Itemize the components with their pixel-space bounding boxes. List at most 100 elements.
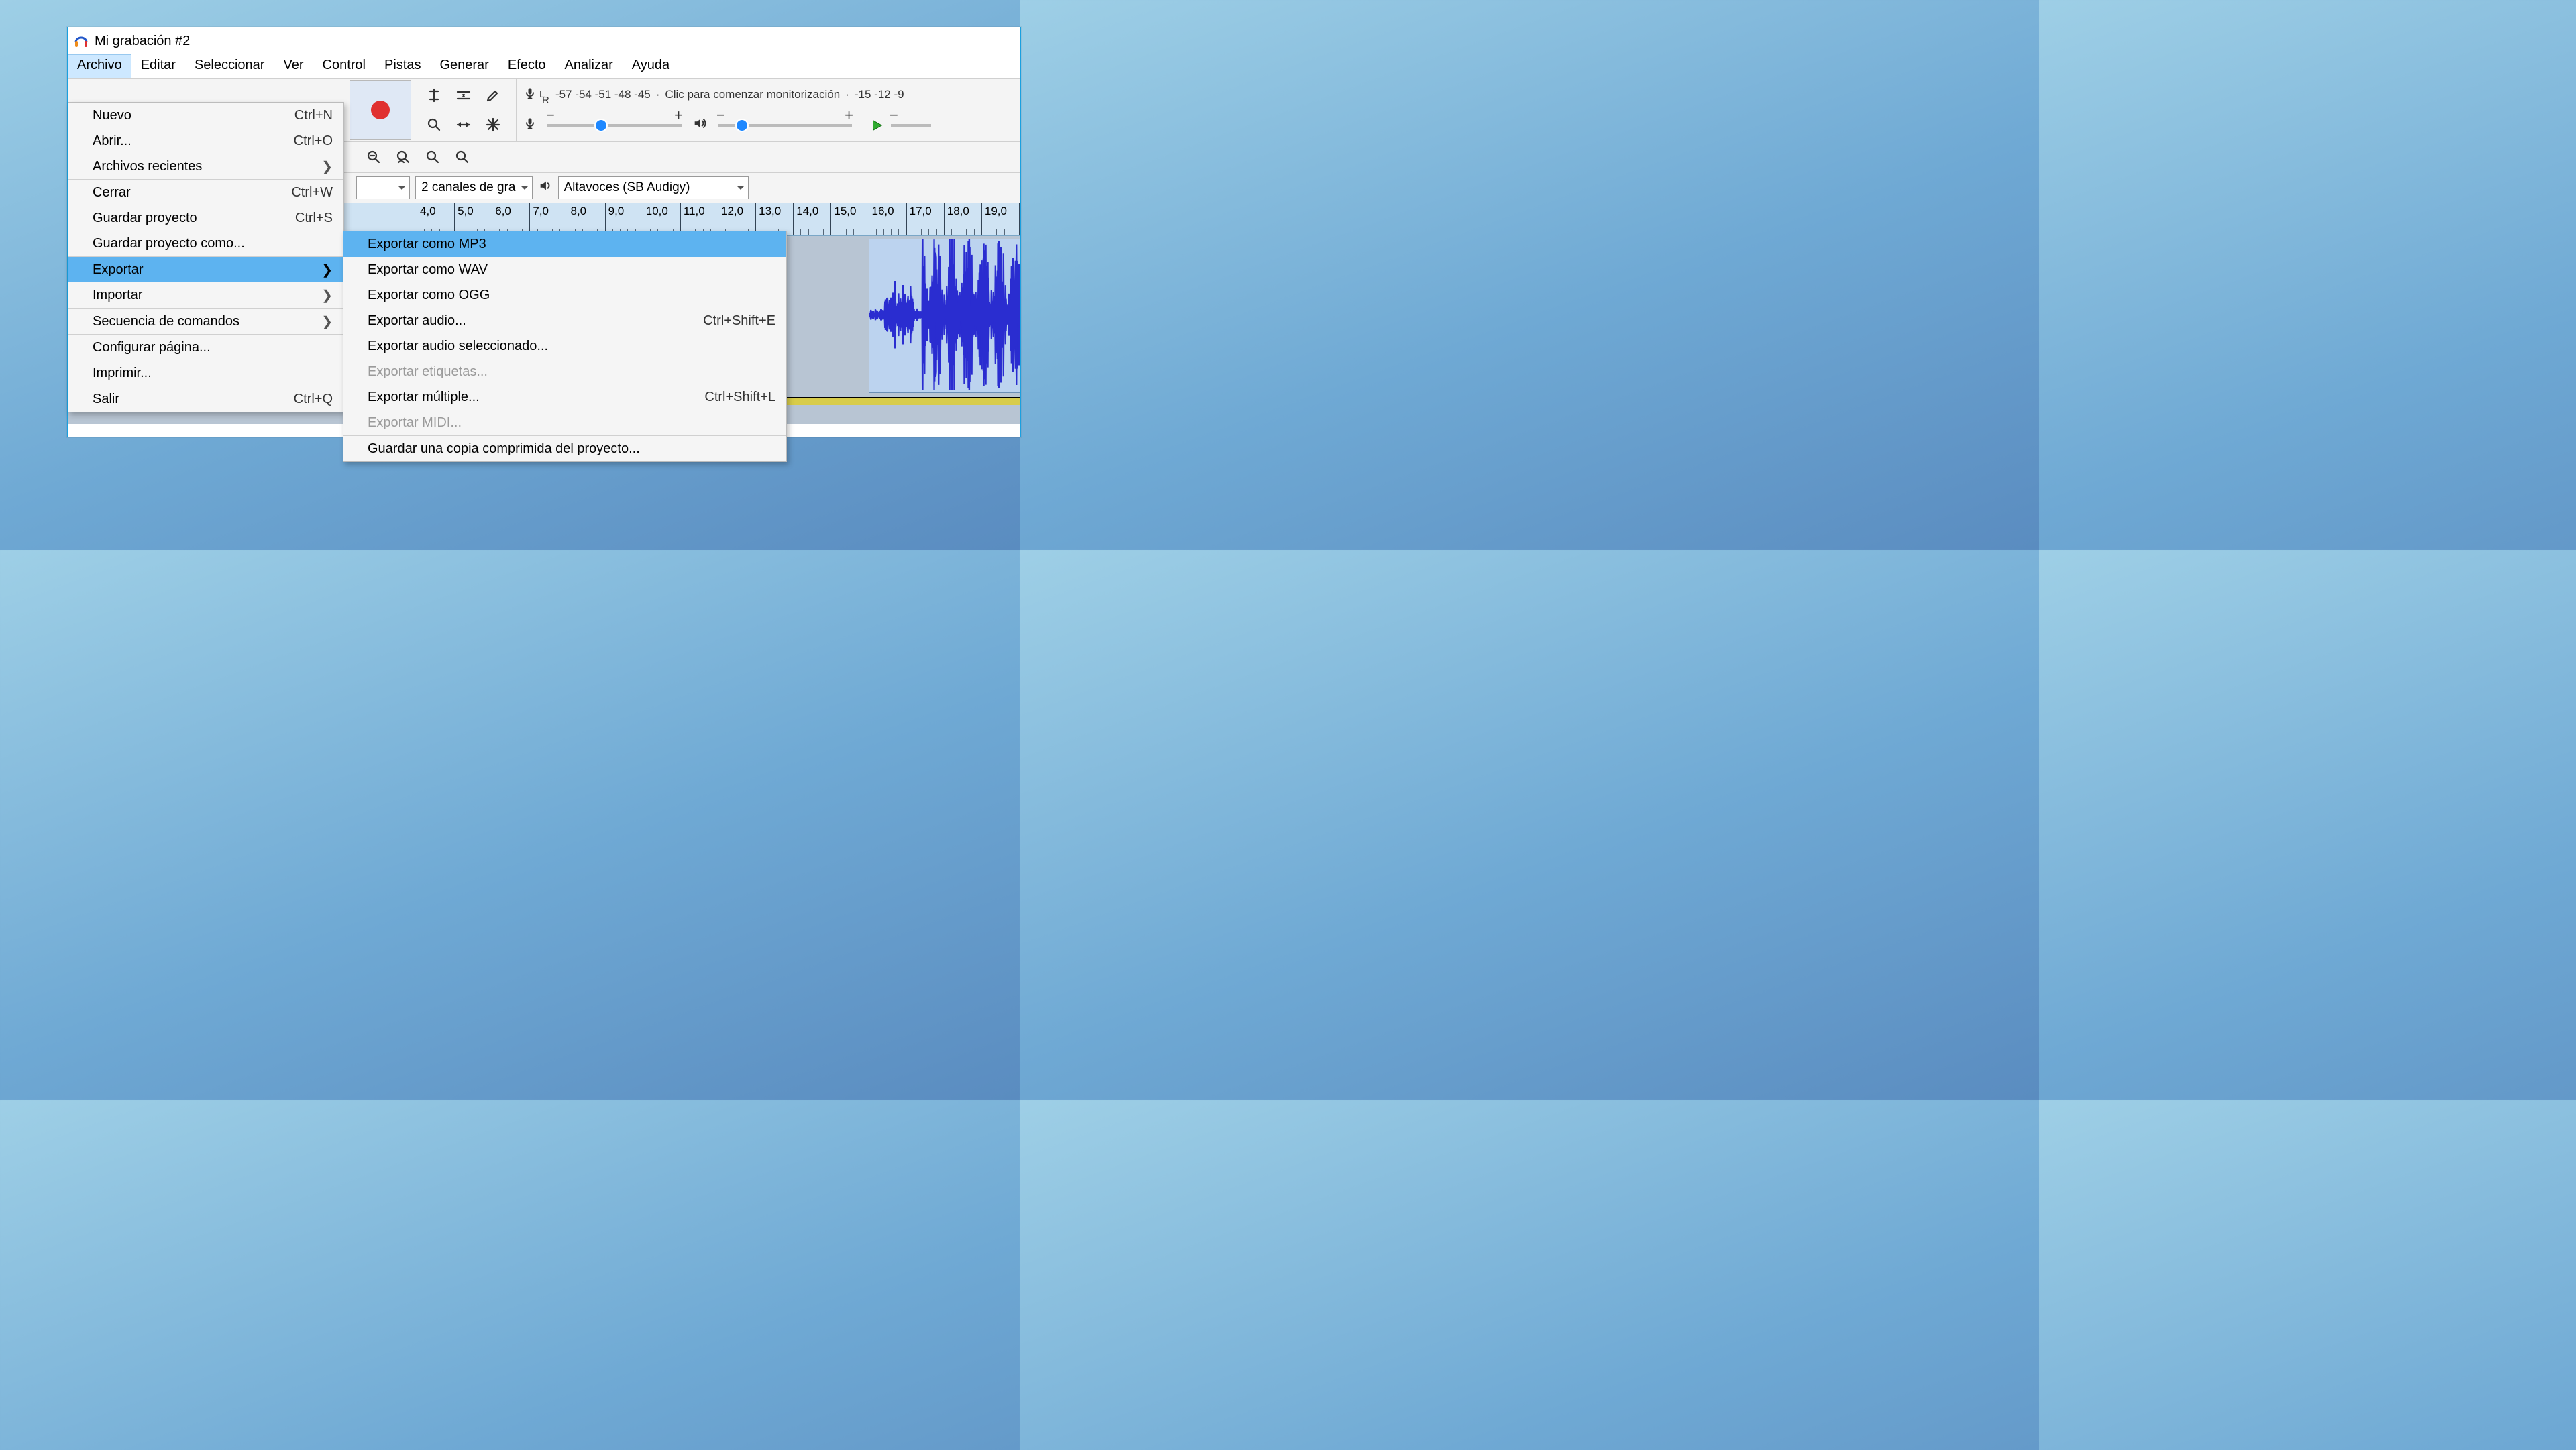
zoom-fit-icon[interactable]	[418, 142, 447, 172]
export-menu-item[interactable]: Exportar audio... Ctrl+Shift+E	[343, 308, 786, 333]
file-menu-item[interactable]: Configurar página...	[68, 335, 343, 360]
menu-generar[interactable]: Generar	[430, 54, 498, 78]
file-menu-item[interactable]: Cerrar Ctrl+W	[68, 180, 343, 205]
selection-tool-icon[interactable]	[419, 80, 449, 110]
menu-shortcut: Ctrl+Shift+E	[676, 313, 775, 329]
menu-control[interactable]: Control	[313, 54, 375, 78]
file-menu-item[interactable]: Abrir... Ctrl+O	[68, 128, 343, 154]
multi-tool-icon[interactable]	[478, 110, 508, 140]
menu-shortcut: Ctrl+Q	[267, 392, 333, 407]
menu-item-label: Exportar etiquetas...	[368, 364, 488, 380]
record-channels-value: 2 canales de gra	[421, 180, 516, 195]
speaker-icon	[538, 178, 553, 197]
menu-ayuda[interactable]: Ayuda	[623, 54, 679, 78]
menu-item-label: Imprimir...	[93, 366, 152, 381]
menu-item-label: Cerrar	[93, 185, 131, 201]
file-menu-item[interactable]: Salir Ctrl+Q	[68, 386, 343, 412]
menu-item-label: Abrir...	[93, 133, 131, 149]
menu-item-label: Exportar MIDI...	[368, 415, 462, 431]
recording-volume-slider[interactable]: −+	[541, 124, 688, 127]
menubar: ArchivoEditarSeleccionarVerControlPistas…	[68, 54, 1020, 78]
menu-analizar[interactable]: Analizar	[555, 54, 623, 78]
file-menu-item[interactable]: Archivos recientes ❯	[68, 154, 343, 180]
menu-item-label: Exportar audio...	[368, 313, 466, 329]
file-menu-item[interactable]: Imprimir...	[68, 360, 343, 386]
ruler-tick: 20,0	[1019, 203, 1020, 235]
export-menu-item[interactable]: Exportar como OGG	[343, 282, 786, 308]
audio-clip[interactable]	[869, 239, 1021, 393]
menu-seleccionar[interactable]: Seleccionar	[185, 54, 274, 78]
submenu-arrow-icon: ❯	[294, 158, 333, 175]
titlebar: Mi grabación #2	[68, 27, 1020, 54]
file-menu-item[interactable]: Guardar proyecto Ctrl+S	[68, 205, 343, 231]
ruler-tick-label: 9,0	[608, 205, 625, 218]
menu-pistas[interactable]: Pistas	[375, 54, 430, 78]
file-menu-item[interactable]: Nuevo Ctrl+N	[68, 103, 343, 128]
ruler-tick-label: 12,0	[721, 205, 743, 218]
meter-channel-r: R	[542, 95, 553, 107]
draw-tool-icon[interactable]	[478, 80, 508, 110]
envelope-tool-icon[interactable]	[449, 80, 478, 110]
export-menu-item[interactable]: Guardar una copia comprimida del proyect…	[343, 436, 786, 461]
audio-host-combo[interactable]	[356, 176, 410, 199]
playback-volume-slider[interactable]: −+	[711, 124, 859, 127]
menu-item-label: Guardar proyecto	[93, 211, 197, 226]
ruler-tick-label: 4,0	[420, 205, 436, 218]
menu-item-label: Salir	[93, 392, 119, 407]
file-menu-dropdown: Nuevo Ctrl+N Abrir... Ctrl+O Archivos recien…	[68, 102, 344, 412]
export-menu-item[interactable]: Exportar múltiple... Ctrl+Shift+L	[343, 384, 786, 410]
ruler-tick-label: 14,0	[796, 205, 818, 218]
file-menu-item[interactable]: Exportar ❯	[68, 257, 343, 282]
ruler-tick-label: 13,0	[759, 205, 781, 218]
menu-shortcut: Ctrl+N	[268, 108, 333, 123]
menu-archivo[interactable]: Archivo	[68, 54, 131, 78]
window-title: Mi grabación #2	[95, 34, 190, 49]
recording-meter[interactable]: L R -57 -54 -51 -48 -45 · Clic para come…	[519, 79, 1018, 110]
menu-item-label: Exportar	[93, 262, 144, 278]
ruler-tick-label: 8,0	[571, 205, 587, 218]
timeshift-tool-icon[interactable]	[449, 110, 478, 140]
ruler-tick-label: 5,0	[458, 205, 474, 218]
export-menu-item[interactable]: Exportar como MP3	[343, 231, 786, 257]
playback-speed-slider[interactable]: −	[888, 124, 938, 127]
file-menu-item[interactable]: Guardar proyecto como...	[68, 231, 343, 257]
menu-ver[interactable]: Ver	[274, 54, 313, 78]
menu-shortcut: Ctrl+S	[268, 211, 333, 226]
menu-item-label: Configurar página...	[93, 340, 211, 355]
menu-item-label: Secuencia de comandos	[93, 314, 239, 329]
ruler-tick-label: 6,0	[495, 205, 511, 218]
menu-item-label: Guardar proyecto como...	[93, 236, 245, 252]
file-menu-item[interactable]: Importar ❯	[68, 282, 343, 309]
export-menu-item[interactable]: Exportar audio seleccionado...	[343, 333, 786, 359]
menu-item-label: Exportar múltiple...	[368, 390, 480, 405]
zoom-out-icon[interactable]	[359, 142, 388, 172]
zoom-tool-icon[interactable]	[419, 110, 449, 140]
menu-editar[interactable]: Editar	[131, 54, 185, 78]
ruler-tick-label: 16,0	[872, 205, 894, 218]
menu-efecto[interactable]: Efecto	[498, 54, 555, 78]
menu-shortcut: Ctrl+O	[267, 133, 333, 149]
menu-item-label: Nuevo	[93, 108, 131, 123]
ruler-tick: 17,0	[906, 203, 907, 235]
ruler-tick: 14,0	[793, 203, 794, 235]
menu-shortcut: Ctrl+W	[264, 185, 333, 201]
menu-item-label: Exportar audio seleccionado...	[368, 339, 548, 354]
menu-item-label: Importar	[93, 288, 142, 303]
menu-item-label: Exportar como WAV	[368, 262, 488, 278]
zoom-sel-icon[interactable]	[388, 142, 418, 172]
submenu-arrow-icon: ❯	[294, 313, 333, 330]
playback-device-combo[interactable]: Altavoces (SB Audigy)	[558, 176, 749, 199]
meter-hint-text[interactable]: Clic para comenzar monitorización	[665, 88, 840, 101]
submenu-arrow-icon: ❯	[294, 262, 333, 278]
menu-shortcut: Ctrl+Shift+L	[678, 390, 775, 405]
record-button[interactable]	[350, 80, 411, 140]
ruler-tick-label: 10,0	[646, 205, 668, 218]
record-channels-combo[interactable]: 2 canales de gra	[415, 176, 533, 199]
play-at-speed-button[interactable]	[865, 114, 888, 137]
ruler-tick-label: 7,0	[533, 205, 549, 218]
file-menu-item[interactable]: Secuencia de comandos ❯	[68, 309, 343, 335]
submenu-arrow-icon: ❯	[294, 287, 333, 304]
zoom-toggle-icon[interactable]	[447, 142, 477, 172]
menu-item-label: Archivos recientes	[93, 159, 202, 174]
export-menu-item[interactable]: Exportar como WAV	[343, 257, 786, 282]
